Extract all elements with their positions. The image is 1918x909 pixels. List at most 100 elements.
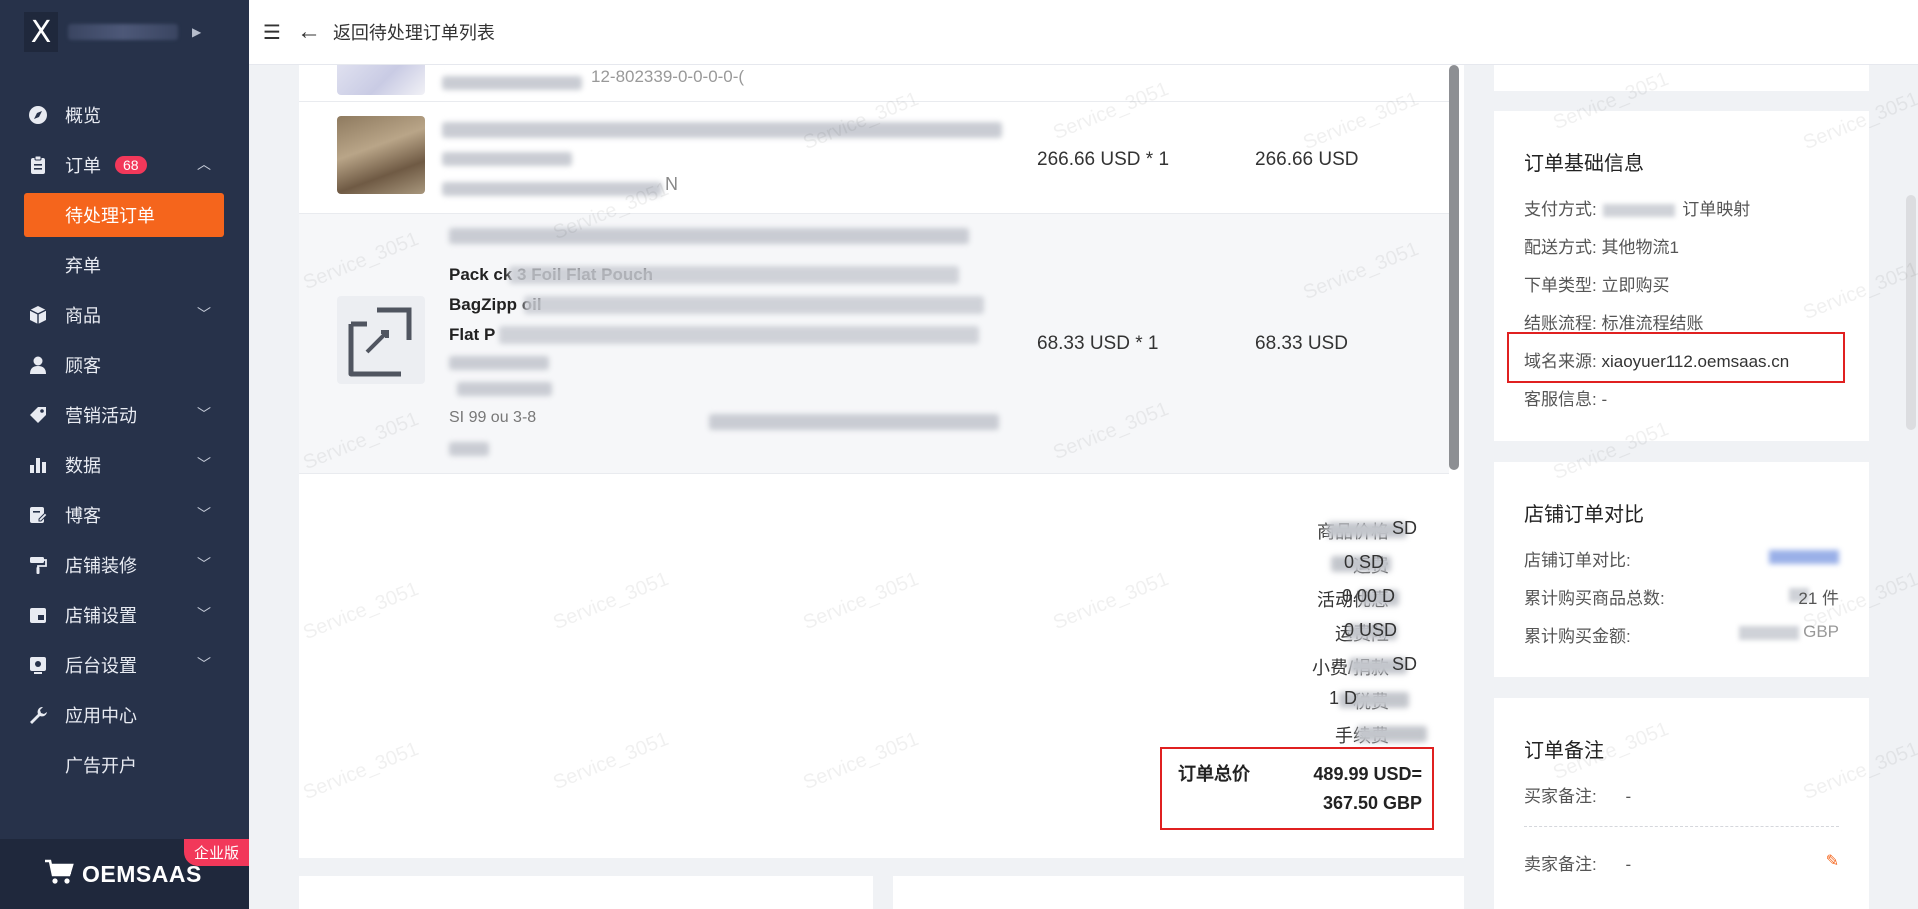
seller-note-row: 卖家备注: - (1524, 850, 1631, 875)
sidebar-item-label: 应用中心 (65, 706, 137, 726)
enterprise-tag: 企业版 (183, 839, 249, 866)
orders-count-badge: 68 (115, 156, 147, 174)
order-info-title: 订单基础信息 (1524, 153, 1644, 175)
row-value: 标准流程结账 (1601, 314, 1704, 333)
blurred-value (1603, 204, 1676, 218)
order-type-row: 下单类型: 立即购买 (1524, 271, 1669, 296)
blurred-value (1739, 626, 1799, 640)
paint-roller-icon (28, 555, 48, 575)
sidebar-item-label: 数据 (65, 456, 101, 476)
summary-value: 1 D (1329, 688, 1358, 708)
sidebar-item-orders[interactable]: 订单 68 ︿ (0, 140, 249, 190)
sidebar-item-store-settings[interactable]: 店铺设置 ﹀ (0, 590, 249, 640)
product-thumbnail[interactable] (337, 65, 425, 95)
image-placeholder-icon (348, 307, 412, 377)
blurred-text (449, 442, 489, 456)
sidebar-item-overview[interactable]: 概览 (0, 90, 249, 140)
back-arrow-icon[interactable]: ← (297, 18, 321, 46)
line-subtotal: 68.33 USD (1255, 333, 1348, 354)
blurred-text (442, 182, 662, 196)
blurred-text (499, 326, 979, 344)
chevron-down-icon: ﹀ (197, 306, 211, 322)
product-sku: N (665, 174, 678, 194)
sidebar-item-customers[interactable]: 顾客 (0, 340, 249, 390)
order-notes-title: 订单备注 (1524, 740, 1604, 762)
sidebar-item-marketing[interactable]: 营销活动 ﹀ (0, 390, 249, 440)
sidebar-item-data[interactable]: 数据 ﹀ (0, 440, 249, 490)
bar-chart-icon (28, 455, 48, 475)
summary-value: SD (1392, 518, 1418, 538)
sidebar-item-label: 店铺设置 (65, 606, 137, 626)
back-to-pending-orders-link[interactable]: 返回待处理订单列表 (333, 19, 495, 45)
unit-price: 68.33 USD * 1 (1037, 333, 1159, 354)
row-label: 配送方式: (1524, 238, 1597, 257)
blurred-text (509, 266, 959, 284)
payment-method-row: 支付方式: 订单映射 (1524, 195, 1750, 220)
sidebar: X ▶ 概览 订单 68 ︿ 待处理订单 弃单 商品 ﹀ 顾客 营销活动 ﹀ 数… (0, 0, 249, 909)
row-label: 买家备注: (1524, 787, 1597, 806)
store-switcher[interactable]: X ▶ (0, 0, 249, 64)
summary-value: 0.00 D (1342, 586, 1396, 606)
store-compare-panel: 店铺订单对比 店铺订单对比: 累计购买商品总数: 21 件 累计购买金额: GB… (1494, 462, 1869, 677)
buyer-note-row: 买家备注: - (1524, 782, 1631, 807)
settings-icon (28, 655, 48, 675)
sidebar-footer: OEMSAAS 企业版 (0, 839, 249, 909)
blurred-text (709, 414, 999, 430)
product-row: Pack ck 3 Foil Flat Pouch BagZipp oil Fl… (299, 214, 1449, 474)
sidebar-item-label: 博客 (65, 506, 101, 526)
product-thumbnail-placeholder[interactable] (337, 296, 425, 384)
row-label: 累计购买金额: (1524, 627, 1631, 646)
row-label: 下单类型: (1524, 276, 1597, 295)
domain-highlight-box (1507, 332, 1845, 383)
lower-card-right (893, 876, 1464, 909)
sidebar-item-store-design[interactable]: 店铺装修 ﹀ (0, 540, 249, 590)
sidebar-menu: 概览 订单 68 ︿ 待处理订单 弃单 商品 ﹀ 顾客 营销活动 ﹀ 数据 ﹀ … (0, 90, 249, 790)
blurred-text (442, 152, 572, 166)
row-label: 累计购买商品总数: (1524, 589, 1665, 608)
blurred-value (1357, 726, 1427, 742)
menu-toggle-icon[interactable]: ☰ (263, 20, 281, 45)
edit-pencil-icon[interactable]: ✎ (1826, 851, 1839, 871)
sidebar-item-label: 顾客 (65, 356, 101, 376)
order-total-label: 订单总价 (1178, 764, 1250, 784)
items-scrollbar[interactable] (1449, 65, 1459, 470)
store-name-blurred (68, 24, 178, 40)
summary-value: 0 USD (1344, 620, 1398, 640)
wrench-icon (28, 705, 48, 725)
page-scrollbar[interactable] (1906, 195, 1916, 430)
clipboard-icon (28, 155, 48, 175)
sidebar-item-label: 后台设置 (65, 656, 137, 676)
sidebar-item-ad-account[interactable]: 广告开户 (0, 740, 249, 790)
total-items-value: 21 件 (1798, 589, 1839, 608)
sidebar-item-app-center[interactable]: 应用中心 (0, 690, 249, 740)
panel-remnant (1494, 65, 1869, 91)
product-row: 12-802339-0-0-0-0-( (299, 65, 1449, 102)
row-value: 订单映射 (1682, 200, 1751, 219)
checkout-flow-row: 结账流程: 标准流程结账 (1524, 309, 1703, 334)
sidebar-item-abandoned[interactable]: 弃单 (0, 240, 249, 290)
sidebar-item-pending-orders[interactable]: 待处理订单 (24, 193, 224, 237)
blurred-value[interactable] (1769, 550, 1839, 564)
row-label: 支付方式: (1524, 200, 1597, 219)
total-amount-row: 累计购买金额: (1524, 622, 1631, 647)
caret-right-icon: ▶ (192, 25, 202, 39)
notes-divider (1524, 826, 1839, 827)
sidebar-item-admin-settings[interactable]: 后台设置 ﹀ (0, 640, 249, 690)
chevron-down-icon: ﹀ (197, 606, 211, 622)
user-icon (28, 355, 48, 375)
sidebar-item-label: 商品 (65, 306, 101, 326)
store-icon (28, 605, 48, 625)
chevron-up-icon: ︿ (197, 156, 211, 172)
blurred-text (524, 296, 984, 314)
sidebar-item-products[interactable]: 商品 ﹀ (0, 290, 249, 340)
product-thumbnail[interactable] (337, 116, 425, 194)
seller-note-value: - (1625, 855, 1632, 874)
sidebar-item-blog[interactable]: 博客 ﹀ (0, 490, 249, 540)
chevron-down-icon: ﹀ (197, 506, 211, 522)
blurred-text (449, 356, 549, 370)
store-compare-title: 店铺订单对比 (1524, 504, 1644, 526)
row-value: 其他物流1 (1601, 238, 1679, 257)
line-subtotal: 266.66 USD (1255, 149, 1359, 170)
store-compare-row: 店铺订单对比: (1524, 546, 1631, 571)
row-label: 卖家备注: (1524, 855, 1597, 874)
